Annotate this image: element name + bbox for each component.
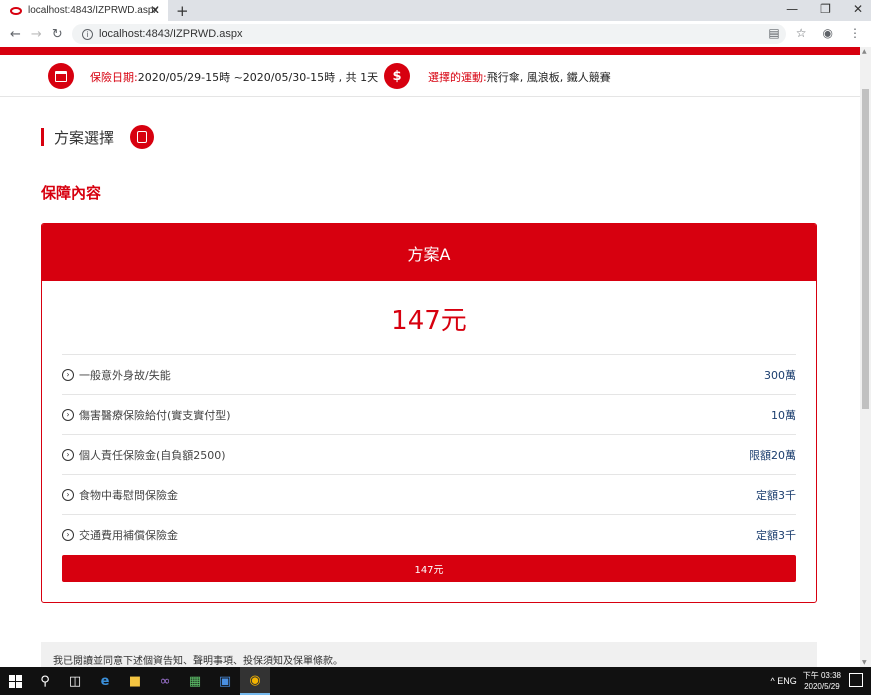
clock-date: 2020/5/29 [804,682,840,691]
visual-studio-icon[interactable]: ∞ [150,667,180,695]
action-center-icon[interactable] [849,673,863,687]
translate-icon[interactable]: ▤ [768,26,779,40]
browser-toolbar: ← → ↻ i localhost:4843/IZPRWD.aspx ▤ ☆ ◉… [0,21,871,47]
plan-selection-heading: 方案選擇 [41,125,155,149]
coverage-label: 傷害醫療保險給付(實支實付型) [79,408,231,422]
coverage-label: 一般意外身故/失能 [79,368,171,382]
page-scrollbar[interactable]: ▲ ▼ [860,47,871,667]
chrome-icon[interactable]: ◉ [240,667,270,695]
tray-text[interactable]: ^ ENG [771,676,797,686]
minimize-icon[interactable]: — [786,2,798,16]
tab-close-icon[interactable]: ✕ [150,3,160,17]
url-text[interactable]: localhost:4843/IZPRWD.aspx [99,28,242,40]
coverage-row[interactable]: › 交通費用補償保險金 定額3千 [62,514,796,554]
date-value: 2020/05/29-15時 ~2020/05/30-15時 , 共 1天 [137,71,379,84]
reload-icon[interactable]: ↻ [52,27,63,42]
scroll-down-icon[interactable]: ▼ [862,659,867,666]
coverage-value: 10萬 [771,408,796,422]
selected-sports: 選擇的運動:飛行傘, 風浪板, 鐵人競賽 [428,69,611,85]
app-green-icon[interactable]: ▦ [180,667,210,695]
page-viewport: 保險日期:2020/05/29-15時 ~2020/05/30-15時 , 共 … [0,47,860,667]
clock[interactable]: 下午 03:38 2020/5/29 [803,670,841,692]
bookmark-star-icon[interactable]: ☆ [796,26,807,40]
clock-time: 下午 03:38 [802,671,841,680]
chevron-right-circle-icon[interactable]: › [62,368,74,381]
tab-title: localhost:4843/IZPRWD.aspx [28,5,159,16]
coverage-value: 定額3千 [756,528,796,542]
chevron-right-circle-icon[interactable]: › [62,408,74,421]
insurance-info-bar: 保險日期:2020/05/29-15時 ~2020/05/30-15時 , 共 … [0,55,860,97]
close-window-icon[interactable]: ✕ [853,2,863,16]
back-icon[interactable]: ← [10,27,21,42]
task-view-icon[interactable]: ◫ [60,667,90,695]
top-red-strip [0,47,860,55]
restore-icon[interactable]: ❐ [820,2,831,16]
chevron-right-circle-icon[interactable]: › [62,488,74,501]
coverage-value: 300萬 [764,368,796,382]
site-favicon-icon [10,6,22,15]
search-icon[interactable]: ⚲ [30,667,60,695]
coverage-label: 食物中毒慰問保險金 [79,488,178,502]
toolbar-actions: ▤ ☆ ◉ ⋮ [768,26,861,40]
plan-name: 方案A [42,224,816,281]
coverage-row[interactable]: › 一般意外身故/失能 300萬 [62,354,796,394]
heading-accent-bar [41,128,44,146]
insurance-date: 保險日期:2020/05/29-15時 ~2020/05/30-15時 , 共 … [90,69,378,85]
system-tray: ^ ENG 下午 03:38 2020/5/29 [771,667,841,695]
select-plan-button[interactable]: 147元 [62,555,796,582]
windows-start-icon[interactable] [0,667,30,695]
windows-taskbar: ⚲ ◫ e ■ ∞ ▦ ▣ ◉ ^ ENG 下午 03:38 2020/5/29 [0,667,871,695]
coverage-list: › 一般意外身故/失能 300萬 › 傷害醫療保險給付(實支實付型) 10萬 ›… [62,354,796,554]
menu-icon[interactable]: ⋮ [849,26,861,40]
date-label: 保險日期: [90,71,138,84]
address-bar[interactable]: i localhost:4843/IZPRWD.aspx [72,24,786,44]
coverage-title: 保障內容 [41,184,102,202]
sport-value: 飛行傘, 風浪板, 鐵人競賽 [486,71,611,84]
chevron-right-circle-icon[interactable]: › [62,528,74,541]
chevron-right-circle-icon[interactable]: › [62,448,74,461]
agreement-notice: 我已閱讀並同意下述個資告知、聲明事項、投保須知及保單條款。 [41,642,817,667]
edge-browser-icon[interactable]: e [90,667,120,695]
window-controls: — ❐ ✕ [786,2,863,16]
coverage-value: 限額20萬 [749,448,796,462]
scroll-up-icon[interactable]: ▲ [862,48,867,55]
agreement-text: 我已閱讀並同意下述個資告知、聲明事項、投保須知及保單條款。 [53,656,343,667]
browser-tab[interactable]: localhost:4843/IZPRWD.aspx ✕ [0,0,168,21]
forward-icon[interactable]: → [31,27,42,42]
new-tab-button[interactable]: + [176,2,189,20]
file-explorer-icon[interactable]: ■ [120,667,150,695]
profile-icon[interactable]: ◉ [823,26,833,40]
scroll-thumb[interactable] [862,89,869,409]
coverage-row[interactable]: › 傷害醫療保險給付(實支實付型) 10萬 [62,394,796,434]
coverage-row[interactable]: › 個人責任保險金(自負額2500) 限額20萬 [62,434,796,474]
clipboard-icon [130,125,155,149]
calendar-icon [48,63,74,89]
coverage-value: 定額3千 [756,488,796,502]
coverage-label: 個人責任保險金(自負額2500) [79,448,226,462]
plan-price: 147元 [391,306,467,336]
dollar-icon: $ [384,63,410,89]
sport-label: 選擇的運動: [428,71,487,84]
coverage-label: 交通費用補償保險金 [79,528,178,542]
coverage-row[interactable]: › 食物中毒慰問保險金 定額3千 [62,474,796,514]
browser-tab-bar: localhost:4843/IZPRWD.aspx ✕ + — ❐ ✕ [0,0,871,21]
site-info-icon[interactable]: i [82,28,93,40]
app-blue-icon[interactable]: ▣ [210,667,240,695]
plan-card: 方案A 147元 › 一般意外身故/失能 300萬 › 傷害醫療保險給付(實支實… [41,223,817,603]
page-title: 方案選擇 [54,128,115,147]
